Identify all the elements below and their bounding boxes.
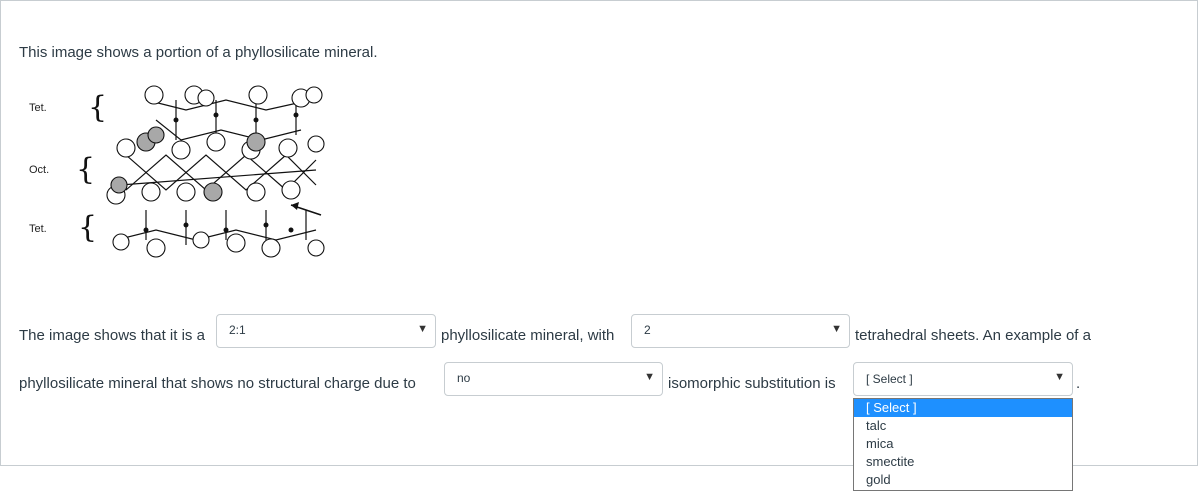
substitution-select[interactable]: no ▼ (444, 362, 663, 396)
question-intro: This image shows a portion of a phyllosi… (19, 44, 378, 61)
layer-type-value: 2:1 (229, 323, 246, 337)
sentence-text-2: phyllosilicate mineral, with (441, 327, 615, 344)
sentence-text-4: phyllosilicate mineral that shows no str… (19, 375, 416, 392)
option-smectite[interactable]: smectite (854, 453, 1072, 471)
option-mica[interactable]: mica (854, 435, 1072, 453)
example-mineral-value: [ Select ] (866, 372, 913, 386)
chevron-down-icon: ▼ (831, 323, 842, 335)
sentence-text-3: tetrahedral sheets. An example of a (855, 327, 1091, 344)
chevron-down-icon: ▼ (1054, 371, 1065, 383)
crystal-lattice-drawing (106, 85, 325, 258)
chevron-down-icon: ▼ (644, 371, 655, 383)
sentence-period: . (1076, 375, 1081, 392)
option-gold[interactable]: gold (854, 471, 1072, 489)
example-mineral-select[interactable]: [ Select ] ▼ (853, 362, 1073, 396)
example-mineral-options: [ Select ] talc mica smectite gold (853, 398, 1073, 491)
substitution-value: no (457, 371, 471, 385)
option-select[interactable]: [ Select ] (854, 399, 1072, 417)
sheet-count-select[interactable]: 2 ▼ (631, 314, 850, 348)
sheet-count-value: 2 (644, 323, 651, 337)
option-talc[interactable]: talc (854, 417, 1072, 435)
layer-type-select[interactable]: 2:1 ▼ (216, 314, 436, 348)
phyllosilicate-structure-image: Tet. Oct. Tet. { { { (26, 80, 336, 265)
chevron-down-icon: ▼ (417, 323, 428, 335)
sentence-text-5: isomorphic substitution is (668, 375, 836, 392)
sentence-text-1: The image shows that it is a (19, 327, 205, 344)
